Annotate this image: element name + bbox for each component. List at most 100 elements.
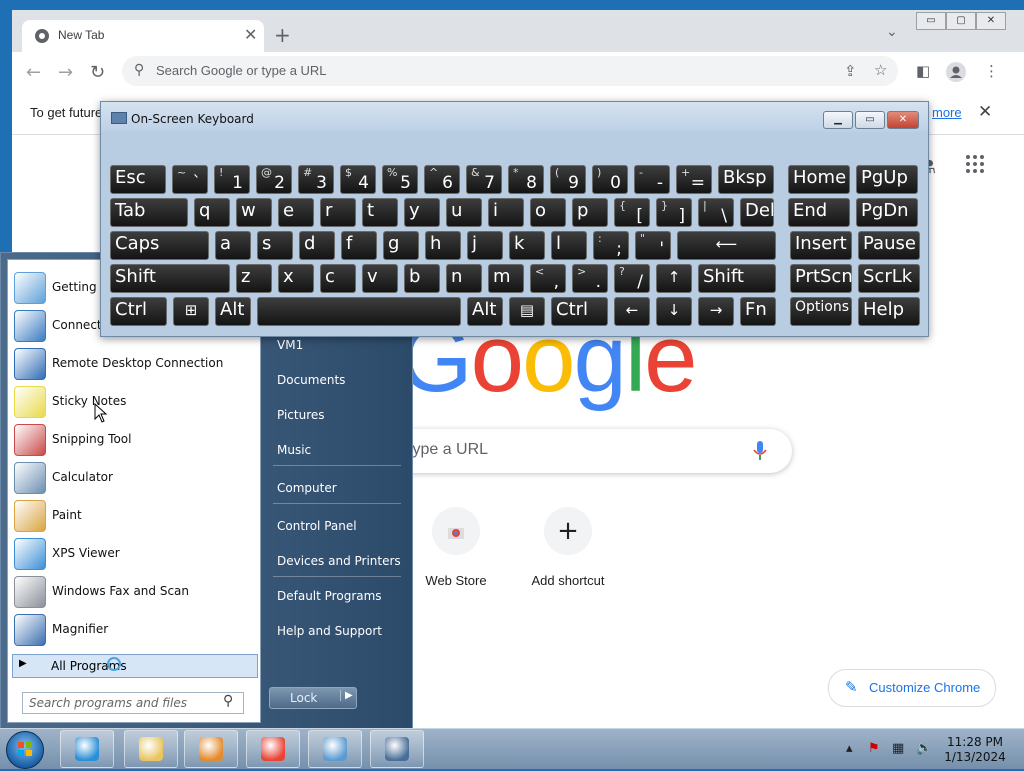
- apps-grid-icon[interactable]: [966, 155, 986, 175]
- close-button[interactable]: ✕: [976, 12, 1006, 30]
- osk-key[interactable]: {[: [614, 198, 650, 227]
- osk-key[interactable]: | \: [698, 198, 734, 227]
- osk-key[interactable]: Shift: [110, 264, 230, 293]
- osk-key[interactable]: ^ 6: [424, 165, 460, 194]
- new-tab-button[interactable]: +: [274, 23, 291, 47]
- start-menu-link[interactable]: VM1: [277, 338, 303, 352]
- osk-key[interactable]: n: [446, 264, 482, 293]
- start-menu-link[interactable]: Pictures: [277, 408, 325, 422]
- start-menu-link[interactable]: Music: [277, 443, 311, 457]
- osk-key[interactable]: Alt: [215, 297, 251, 326]
- start-menu-item[interactable]: Calculator: [8, 458, 260, 496]
- start-menu-item[interactable]: Remote Desktop Connection: [8, 344, 260, 382]
- osk-key[interactable]: p: [572, 198, 608, 227]
- start-menu-link[interactable]: Documents: [277, 373, 345, 387]
- bookmark-star-icon[interactable]: ☆: [874, 61, 887, 79]
- start-menu-item[interactable]: Snipping Tool: [8, 420, 260, 458]
- osk-key[interactable]: ↑: [656, 264, 692, 293]
- osk-key[interactable]: + =: [676, 165, 712, 194]
- tab-search-icon[interactable]: ⌄: [886, 24, 898, 40]
- osk-key[interactable]: q: [194, 198, 230, 227]
- osk-key[interactable]: Bksp: [718, 165, 774, 194]
- osk-key[interactable]: Help: [858, 297, 920, 326]
- osk-key[interactable]: ←: [614, 297, 650, 326]
- osk-key[interactable]: m: [488, 264, 524, 293]
- osk-key[interactable]: <,: [530, 264, 566, 293]
- start-menu-item[interactable]: XPS Viewer: [8, 534, 260, 572]
- osk-key[interactable]: ~ `: [172, 165, 208, 194]
- osk-key[interactable]: g: [383, 231, 419, 260]
- start-search-input[interactable]: Search programs and files ⚲: [22, 692, 244, 714]
- menu-kebab-icon[interactable]: ⋮: [984, 62, 999, 80]
- start-button[interactable]: [6, 731, 44, 769]
- tab-close-icon[interactable]: ✕: [244, 25, 257, 44]
- osk-key[interactable]: Shift: [698, 264, 776, 293]
- minimize-button[interactable]: ▭: [916, 12, 946, 30]
- osk-key[interactable]: Pause: [858, 231, 920, 260]
- osk-key[interactable]: y: [404, 198, 440, 227]
- osk-key[interactable]: j: [467, 231, 503, 260]
- osk-key[interactable]: * 8: [508, 165, 544, 194]
- osk-key[interactable]: r: [320, 198, 356, 227]
- osk-key[interactable]: c: [320, 264, 356, 293]
- osk-key[interactable]: →: [698, 297, 734, 326]
- osk-key[interactable]: }]: [656, 198, 692, 227]
- osk-key[interactable]: ) 0: [592, 165, 628, 194]
- taskbar-app-on-screen-keyboard[interactable]: [370, 730, 424, 768]
- osk-key[interactable]: PrtScn: [790, 264, 853, 293]
- osk-minimize-button[interactable]: ▁: [823, 111, 853, 129]
- osk-key[interactable]: >.: [572, 264, 608, 293]
- osk-key[interactable]: f: [341, 231, 377, 260]
- taskbar-app-windows-explorer[interactable]: [124, 730, 178, 768]
- omnibox[interactable]: ⚲ Search Google or type a URL ⇪ ☆: [122, 56, 898, 86]
- lock-options-arrow-icon[interactable]: ▶: [340, 690, 353, 701]
- taskbar-app-media-center[interactable]: [308, 730, 362, 768]
- lock-button[interactable]: Lock ▶: [269, 687, 357, 709]
- osk-title-bar[interactable]: On-Screen Keyboard ▁ ▭ ✕: [101, 102, 928, 132]
- customize-chrome-button[interactable]: ✎ Customize Chrome: [828, 669, 996, 707]
- osk-key[interactable]: Del: [740, 198, 775, 227]
- taskbar-app-internet-explorer[interactable]: [60, 730, 114, 768]
- osk-key[interactable]: b: [404, 264, 440, 293]
- osk-key[interactable]: Tab: [110, 198, 188, 227]
- osk-key[interactable]: ⟵: [677, 231, 776, 260]
- osk-key[interactable]: v: [362, 264, 398, 293]
- osk-key[interactable]: u: [446, 198, 482, 227]
- volume-muted-icon[interactable]: 🔈: [916, 741, 932, 756]
- osk-key[interactable]: x: [278, 264, 314, 293]
- shortcut-web-store[interactable]: Web Store: [400, 507, 512, 607]
- osk-key[interactable]: d: [299, 231, 335, 260]
- osk-key[interactable]: z: [236, 264, 272, 293]
- taskbar-app-chrome[interactable]: [246, 730, 300, 768]
- osk-key[interactable]: & 7: [466, 165, 502, 194]
- start-menu-link[interactable]: Help and Support: [277, 624, 382, 638]
- osk-key[interactable]: s: [257, 231, 293, 260]
- start-menu-link[interactable]: Default Programs: [277, 589, 382, 603]
- osk-key[interactable]: h: [425, 231, 461, 260]
- osk-key[interactable]: a: [215, 231, 251, 260]
- osk-key[interactable]: ⊞: [173, 297, 209, 326]
- osk-key[interactable]: k: [509, 231, 545, 260]
- osk-key[interactable]: @2: [256, 165, 292, 194]
- osk-key[interactable]: Caps: [110, 231, 209, 260]
- info-bar-close-icon[interactable]: ✕: [978, 102, 992, 122]
- start-menu-item[interactable]: Paint: [8, 496, 260, 534]
- start-menu-item[interactable]: Sticky Notes: [8, 382, 260, 420]
- osk-key[interactable]: o: [530, 198, 566, 227]
- start-menu-item[interactable]: Magnifier: [8, 610, 260, 648]
- osk-key[interactable]: Esc: [110, 165, 166, 194]
- microphone-icon[interactable]: [752, 440, 768, 462]
- all-programs-button[interactable]: ▶ All Programs: [12, 654, 258, 678]
- osk-key[interactable]: ? /: [614, 264, 650, 293]
- osk-key[interactable]: i: [488, 198, 524, 227]
- osk-key[interactable]: PgDn: [856, 198, 918, 227]
- osk-key[interactable]: End: [788, 198, 850, 227]
- osk-key[interactable]: w: [236, 198, 272, 227]
- osk-key[interactable]: ScrLk: [858, 264, 920, 293]
- osk-key[interactable]: #3: [298, 165, 334, 194]
- osk-key[interactable]: Fn: [740, 297, 776, 326]
- start-menu-link[interactable]: Control Panel: [277, 519, 357, 533]
- shortcut-add[interactable]: + Add shortcut: [512, 507, 624, 607]
- osk-close-button[interactable]: ✕: [887, 111, 919, 129]
- osk-key[interactable]: $4: [340, 165, 376, 194]
